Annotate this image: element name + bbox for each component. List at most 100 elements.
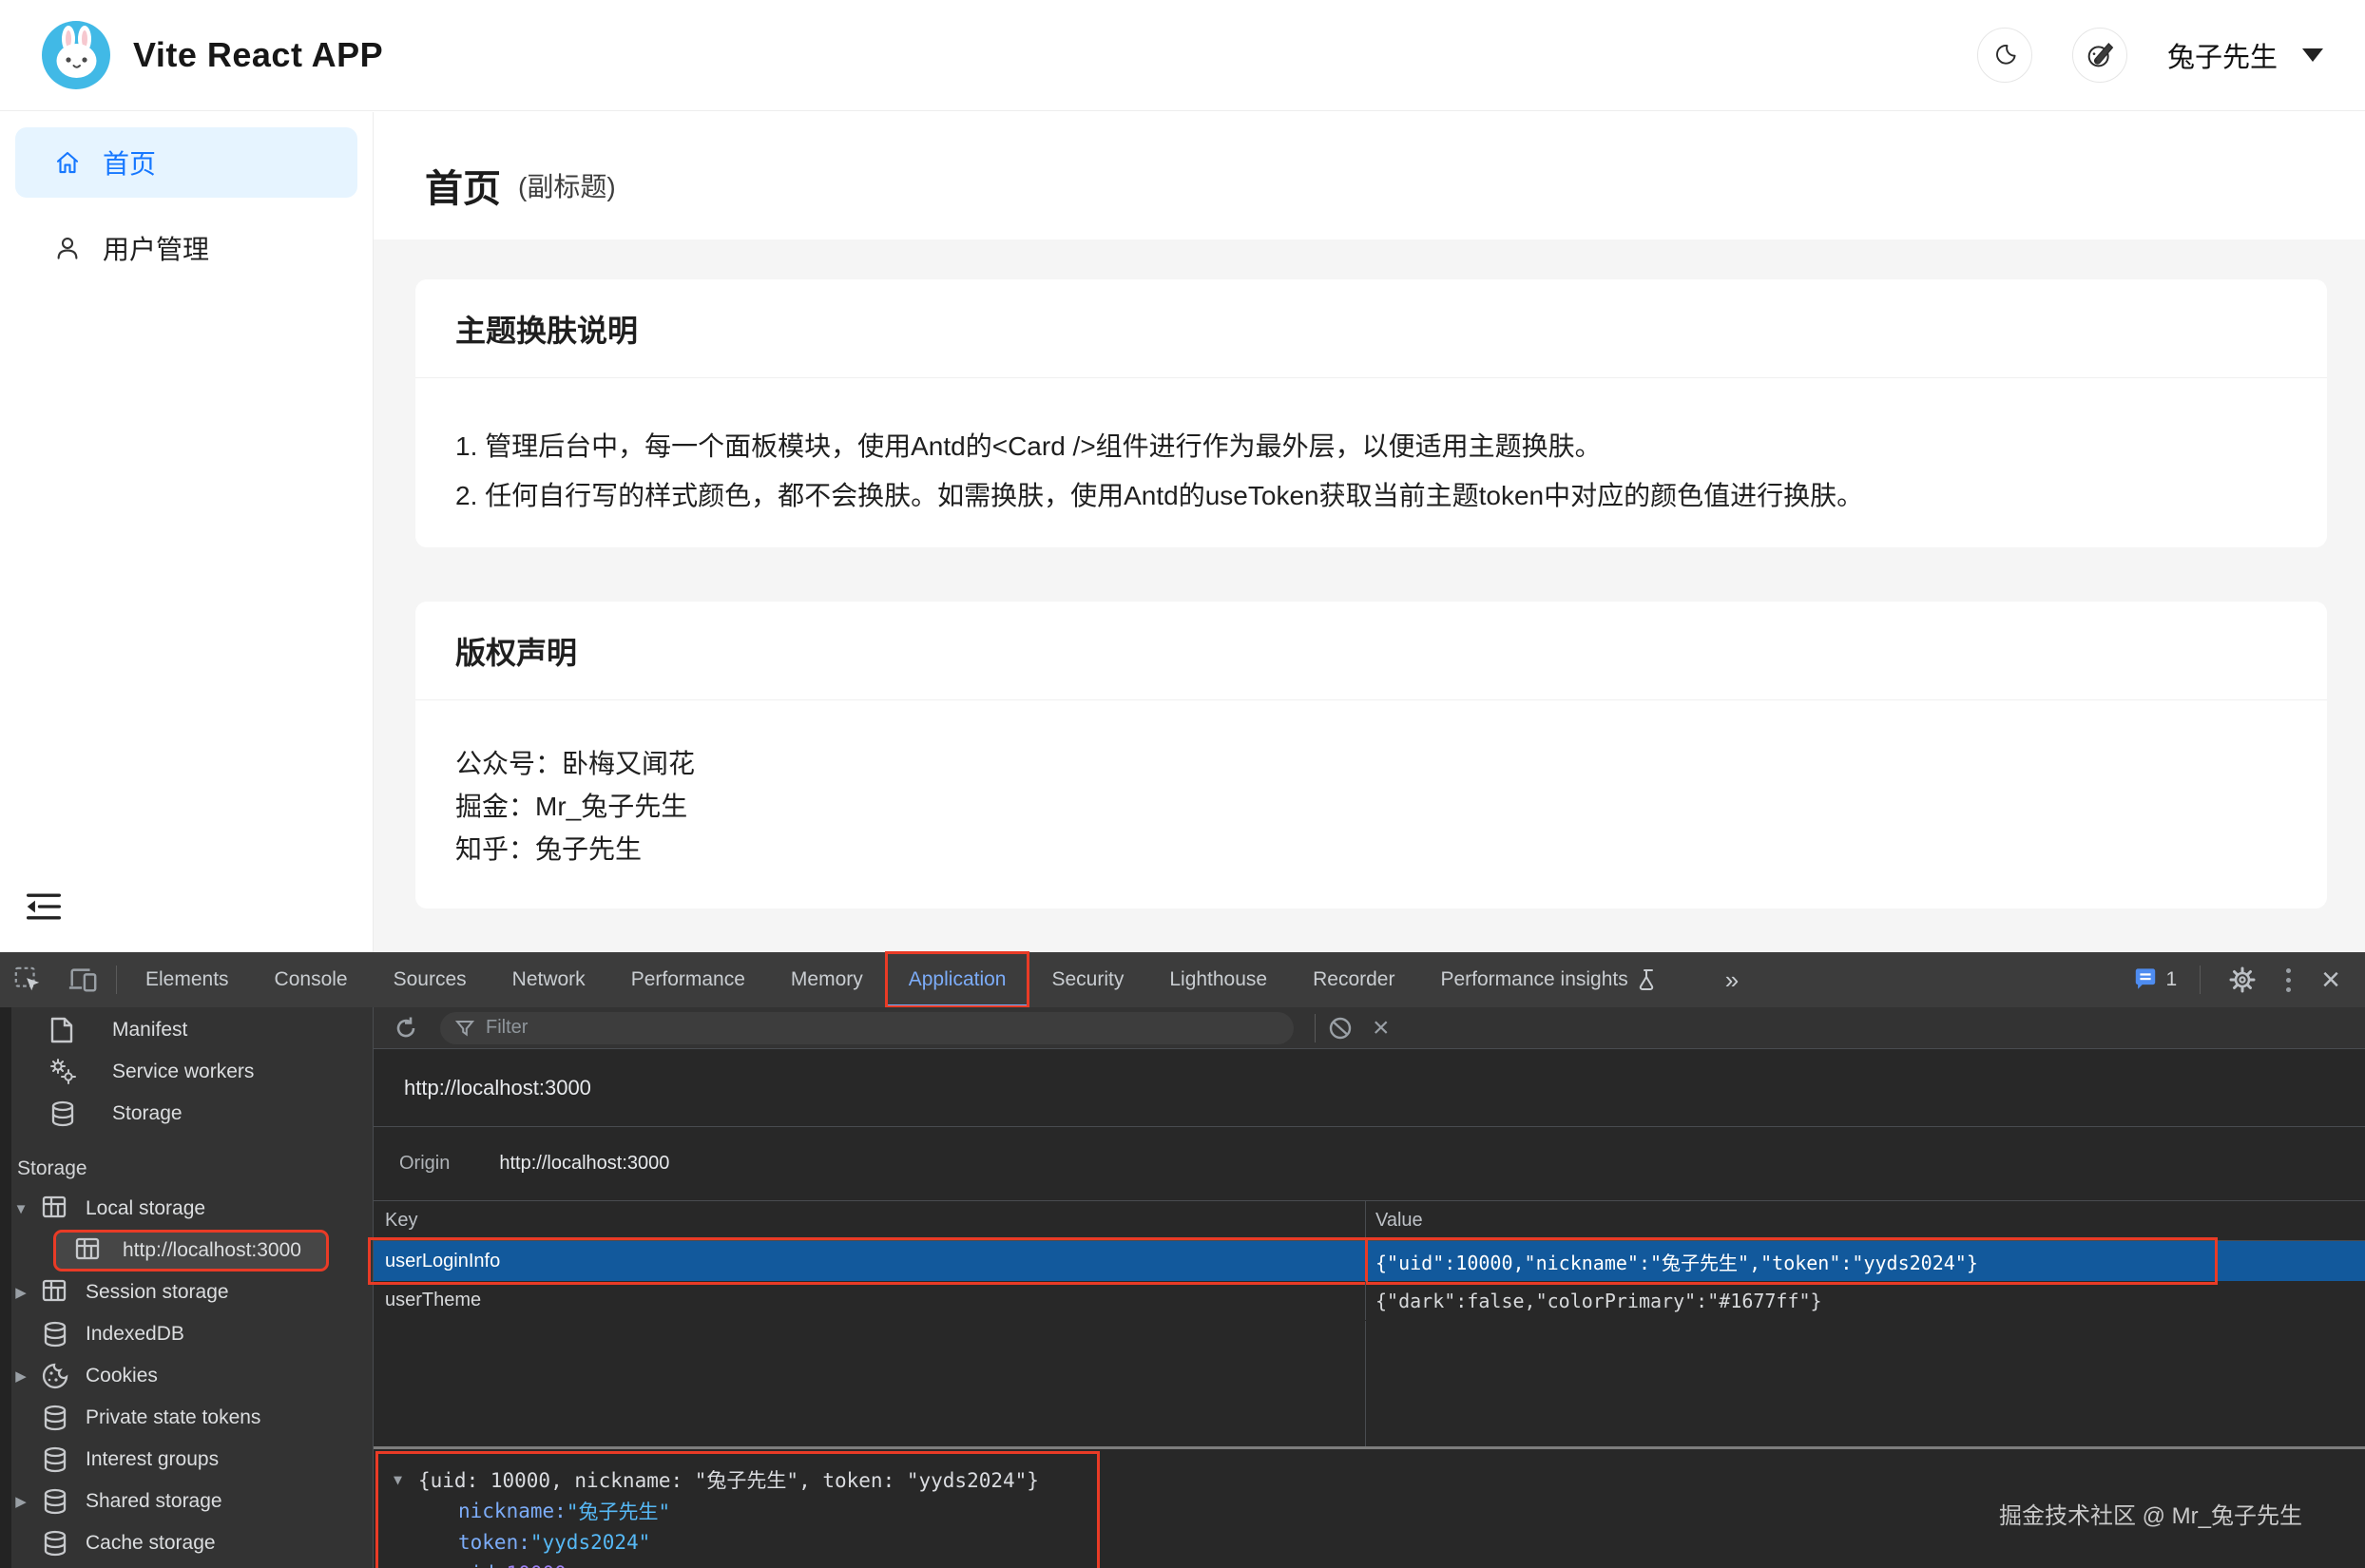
close-devtools-icon[interactable]: × (2316, 964, 2346, 996)
column-divider (1365, 1281, 1366, 1320)
user-menu[interactable]: 兔子先生 (2167, 35, 2323, 75)
sidebar-item-service-workers[interactable]: Service workers (0, 1051, 373, 1093)
tab-recorder[interactable]: Recorder (1290, 952, 1417, 1007)
database-icon (42, 1530, 68, 1557)
value-column-header[interactable]: Value (1375, 1201, 1423, 1240)
object-property: token: "yyds2024" (378, 1526, 1097, 1558)
table-grid-icon (42, 1279, 68, 1306)
sidebar-item-manifest[interactable]: Manifest (0, 1009, 373, 1051)
column-divider[interactable] (1365, 1201, 1366, 1240)
database-icon (42, 1446, 68, 1473)
row-key: userLoginInfo (385, 1241, 500, 1281)
row-key: userTheme (385, 1281, 481, 1320)
database-icon (42, 1405, 68, 1431)
expand-triangle-icon[interactable]: ▼ (0, 1201, 42, 1217)
tree-item-cache-storage[interactable]: Cache storage (0, 1522, 373, 1564)
filter-input[interactable] (486, 1017, 1246, 1039)
page-header: 首页 (副标题) (374, 112, 2365, 239)
tab-elements[interactable]: Elements (123, 952, 252, 1007)
sidebar-item-storage-top[interactable]: Storage (0, 1093, 373, 1135)
tab-performance-insights[interactable]: Performance insights (1417, 952, 1681, 1007)
selected-storage-origin[interactable]: http://localhost:3000 (53, 1230, 329, 1272)
card-line: 1. 管理后台中，每一个面板模块，使用Antd的<Card />组件进行作为最外… (455, 422, 2287, 471)
tree-item-indexeddb[interactable]: IndexedDB (0, 1313, 373, 1355)
manifest-document-icon (49, 1017, 76, 1043)
column-divider (1365, 1241, 1366, 1281)
tab-network[interactable]: Network (490, 952, 608, 1007)
settings-gear-icon[interactable] (2223, 961, 2261, 999)
tree-item-private-state-tokens[interactable]: Private state tokens (0, 1397, 373, 1439)
tree-item-session-storage[interactable]: ▶ Session storage (0, 1272, 373, 1313)
card-title: 主题换肤说明 (415, 279, 2327, 378)
user-icon (53, 234, 82, 262)
app-main: 首页 (副标题) 主题换肤说明 1. 管理后台中，每一个面板模块，使用Antd的… (374, 112, 2365, 952)
theme-skin-button[interactable] (2072, 28, 2127, 83)
issues-count: 1 (2165, 968, 2177, 991)
origin-label: Origin (399, 1153, 450, 1175)
rabbit-logo-icon (42, 21, 110, 89)
sidebar-item-label: 首页 (103, 143, 156, 182)
tab-sources[interactable]: Sources (371, 952, 490, 1007)
sidebar-item-home[interactable]: 首页 (15, 127, 357, 198)
moon-icon (1990, 41, 2019, 69)
cookie-icon (42, 1363, 68, 1389)
inspect-element-icon[interactable] (0, 952, 55, 1007)
devtools-tabbar: Elements Console Sources Network Perform… (0, 952, 2365, 1007)
user-name: 兔子先生 (2167, 35, 2278, 75)
collapsed-triangle-icon[interactable]: ▶ (0, 1367, 42, 1385)
device-toolbar-icon[interactable] (55, 952, 110, 1007)
storage-panel: × http://localhost:3000 Origin http://lo… (374, 1007, 2365, 1568)
row-value: {"uid":10000,"nickname":"兔子先生","token":"… (1375, 1241, 1978, 1281)
card-line: 掘金：Mr_兔子先生 (455, 785, 2287, 828)
tab-performance[interactable]: Performance (608, 952, 768, 1007)
refresh-icon[interactable] (387, 1009, 425, 1047)
menu-fold-icon[interactable] (25, 888, 63, 926)
tab-security[interactable]: Security (1029, 952, 1146, 1007)
object-summary: {uid: 10000, nickname: "兔子先生", token: "y… (418, 1465, 1039, 1494)
tab-application[interactable]: Application (886, 952, 1029, 1007)
table-grid-icon (75, 1237, 102, 1264)
issues-bubble-icon (2133, 967, 2158, 992)
object-property: uid: 10000 (378, 1558, 1097, 1568)
table-row-userLoginInfo[interactable]: userLoginInfo {"uid":10000,"nickname":"兔… (374, 1241, 2365, 1281)
tab-memory[interactable]: Memory (768, 952, 886, 1007)
devtools-controls: 1 × (2133, 961, 2365, 999)
table-empty-area (374, 1321, 2365, 1446)
card-line: 知乎：兔子先生 (455, 828, 2287, 870)
delete-selected-icon[interactable]: × (1367, 1014, 1395, 1042)
key-column-header[interactable]: Key (385, 1201, 417, 1240)
filter-funnel-icon (455, 1019, 474, 1038)
card-line: 2. 任何自行写的样式颜色，都不会换肤。如需换肤，使用Antd的useToken… (455, 471, 2287, 521)
header-actions: 兔子先生 (1977, 28, 2323, 83)
tree-item-cookies[interactable]: ▶ Cookies (0, 1355, 373, 1397)
sidebar-item-users[interactable]: 用户管理 (15, 213, 357, 283)
flask-icon (1638, 968, 1659, 991)
filter-field[interactable] (440, 1012, 1294, 1044)
column-divider (1365, 1321, 1366, 1446)
table-grid-icon (42, 1195, 68, 1222)
annotation-red-box: ▼ {uid: 10000, nickname: "兔子先生", token: … (375, 1451, 1100, 1568)
clear-all-icon[interactable] (1321, 1009, 1359, 1047)
collapsed-triangle-icon[interactable]: ▶ (0, 1284, 42, 1301)
divider (2200, 966, 2201, 994)
issues-button[interactable]: 1 (2133, 967, 2177, 992)
tree-item-local-storage[interactable]: ▼ Local storage (0, 1188, 373, 1230)
home-icon (53, 148, 82, 177)
kebab-menu-icon[interactable] (2278, 965, 2298, 996)
collapsed-triangle-icon[interactable]: ▶ (0, 1493, 42, 1510)
tree-item-shared-storage[interactable]: ▶ Shared storage (0, 1481, 373, 1522)
tab-console[interactable]: Console (252, 952, 371, 1007)
origin-row: Origin http://localhost:3000 (374, 1127, 2365, 1201)
more-tabs-button[interactable]: » (1725, 966, 1737, 995)
tab-lighthouse[interactable]: Lighthouse (1146, 952, 1290, 1007)
tree-item-interest-groups[interactable]: Interest groups (0, 1439, 373, 1481)
database-icon (42, 1488, 68, 1515)
table-row-userTheme[interactable]: userTheme {"dark":false,"colorPrimary":"… (374, 1281, 2365, 1321)
paint-brush-icon (2085, 40, 2115, 70)
storage-database-icon (49, 1100, 76, 1127)
tree-item-localhost-3000[interactable]: http://localhost:3000 (0, 1230, 373, 1272)
object-expander-icon[interactable]: ▼ (394, 1471, 418, 1488)
dark-mode-toggle-button[interactable] (1977, 28, 2032, 83)
theme-skin-card: 主题换肤说明 1. 管理后台中，每一个面板模块，使用Antd的<Card />组… (415, 279, 2327, 547)
storage-toolbar: × (374, 1007, 2365, 1049)
